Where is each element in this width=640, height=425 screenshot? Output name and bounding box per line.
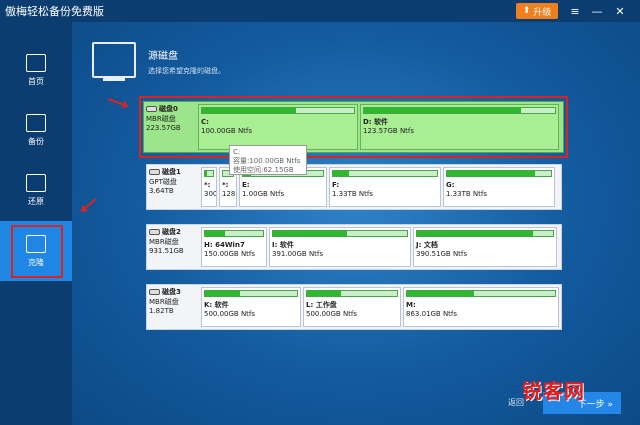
sidebar-item-label: 备份 — [28, 136, 44, 146]
partition[interactable]: *: 300... — [201, 167, 217, 207]
partition-label: M: — [406, 301, 416, 309]
partition-size: 863.01GB Ntfs — [406, 310, 458, 318]
minimize-icon[interactable]: — — [588, 2, 606, 20]
usage-bar — [406, 290, 556, 297]
partition[interactable]: M: 863.01GB Ntfs — [403, 287, 559, 327]
partition-size: 500.00GB Ntfs — [204, 310, 256, 318]
home-icon — [26, 53, 46, 72]
partition-label: H: 64Win7 — [204, 241, 245, 249]
disk-type: MBR磁盘 — [149, 238, 179, 246]
tooltip-title: C: — [233, 148, 241, 156]
usage-bar — [204, 290, 298, 297]
partition-label: F: — [332, 181, 340, 189]
partition[interactable]: K: 软件 500.00GB Ntfs — [201, 287, 301, 327]
partition-tooltip: C: 容量:100.00GB Ntfs 使用空间:62.15GB — [229, 145, 307, 175]
disk-size: 3.64TB — [149, 187, 174, 195]
tooltip-used: 使用空间:62.15GB — [233, 166, 294, 174]
sidebar-item-label: 首页 — [28, 76, 44, 86]
usage-bar — [204, 230, 264, 237]
title-bar: 傲梅轻松备份免费版 ⬆ 升级 ≡ — ✕ — [0, 0, 640, 22]
partition-size: 1.33TB Ntfs — [446, 190, 487, 198]
disk-type: MBR磁盘 — [149, 298, 179, 306]
upgrade-button[interactable]: ⬆ 升级 — [516, 3, 558, 19]
disk-info: 磁盘1 GPT磁盘 3.64TB — [149, 167, 199, 207]
disk-icon — [149, 169, 160, 175]
disk-icon — [149, 289, 160, 295]
page-subtitle: 选择您希望克隆的磁盘。 — [148, 67, 225, 75]
partition-size: 128... — [222, 190, 236, 198]
sidebar-item-backup[interactable]: 备份 — [0, 100, 72, 160]
partition-label: L: 工作盘 — [306, 301, 337, 309]
disk-name: 磁盘3 — [162, 288, 181, 296]
upgrade-label: 升级 — [533, 7, 552, 18]
partition-label: K: 软件 — [204, 301, 229, 309]
page-title: 源磁盘 — [148, 51, 178, 62]
app-title: 傲梅轻松备份免费版 — [5, 5, 104, 18]
partition[interactable]: I: 软件 391.00GB Ntfs — [269, 227, 411, 267]
disk-type: GPT磁盘 — [149, 178, 177, 186]
disk-row-1[interactable]: 磁盘1 GPT磁盘 3.64TB *: 300... *: 128... E: … — [146, 164, 562, 210]
partition-size: 150.00GB Ntfs — [204, 250, 256, 258]
disk-icon — [149, 229, 160, 235]
partition-label: G: — [446, 181, 455, 189]
partition-label: *: — [204, 181, 211, 189]
selection-highlight-frame — [139, 96, 568, 158]
disk-row-3[interactable]: 磁盘3 MBR磁盘 1.82TB K: 软件 500.00GB Ntfs L: … — [146, 284, 562, 330]
partition-size: 1.00GB Ntfs — [242, 190, 285, 198]
close-icon[interactable]: ✕ — [611, 2, 629, 20]
partition-size: 390.51GB Ntfs — [416, 250, 468, 258]
partition[interactable]: G: 1.33TB Ntfs — [443, 167, 555, 207]
watermark-logo: 锐客网 — [522, 379, 585, 403]
restore-icon — [26, 173, 46, 192]
tooltip-capacity: 容量:100.00GB Ntfs — [233, 157, 301, 165]
partition[interactable]: L: 工作盘 500.00GB Ntfs — [303, 287, 401, 327]
monitor-stand — [103, 78, 125, 81]
usage-bar — [306, 290, 398, 297]
disk-info: 磁盘3 MBR磁盘 1.82TB — [149, 287, 199, 327]
nav-highlight-frame — [11, 225, 63, 278]
partition[interactable]: F: 1.33TB Ntfs — [329, 167, 441, 207]
partition-size: 500.00GB Ntfs — [306, 310, 358, 318]
partition-label: I: 软件 — [272, 241, 294, 249]
usage-bar — [332, 170, 438, 177]
partition-label: J: 文档 — [416, 241, 438, 249]
monitor-icon — [92, 42, 136, 78]
partition-size: 391.00GB Ntfs — [272, 250, 324, 258]
disk-name: 磁盘1 — [162, 168, 181, 176]
usage-bar — [446, 170, 552, 177]
sidebar-item-label: 还原 — [28, 196, 44, 206]
partition[interactable]: J: 文档 390.51GB Ntfs — [413, 227, 557, 267]
partition-label: E: — [242, 181, 250, 189]
partition-label: *: — [222, 181, 229, 189]
disk-row-2[interactable]: 磁盘2 MBR磁盘 931.51GB H: 64Win7 150.00GB Nt… — [146, 224, 562, 270]
backup-icon — [26, 113, 46, 132]
disk-size: 931.51GB — [149, 247, 184, 255]
sidebar: 首页 备份 还原 克隆 — [0, 22, 72, 425]
disk-info: 磁盘2 MBR磁盘 931.51GB — [149, 227, 199, 267]
usage-bar — [416, 230, 554, 237]
partition-size: 300... — [204, 190, 217, 198]
sidebar-item-home[interactable]: 首页 — [0, 40, 72, 100]
disk-name: 磁盘2 — [162, 228, 181, 236]
menu-icon[interactable]: ≡ — [566, 2, 584, 20]
partition-size: 1.33TB Ntfs — [332, 190, 373, 198]
sidebar-item-restore[interactable]: 还原 — [0, 160, 72, 220]
disk-size: 1.82TB — [149, 307, 174, 315]
partition[interactable]: H: 64Win7 150.00GB Ntfs — [201, 227, 267, 267]
usage-bar — [272, 230, 408, 237]
upgrade-icon: ⬆ — [522, 6, 531, 16]
usage-bar — [204, 170, 214, 177]
